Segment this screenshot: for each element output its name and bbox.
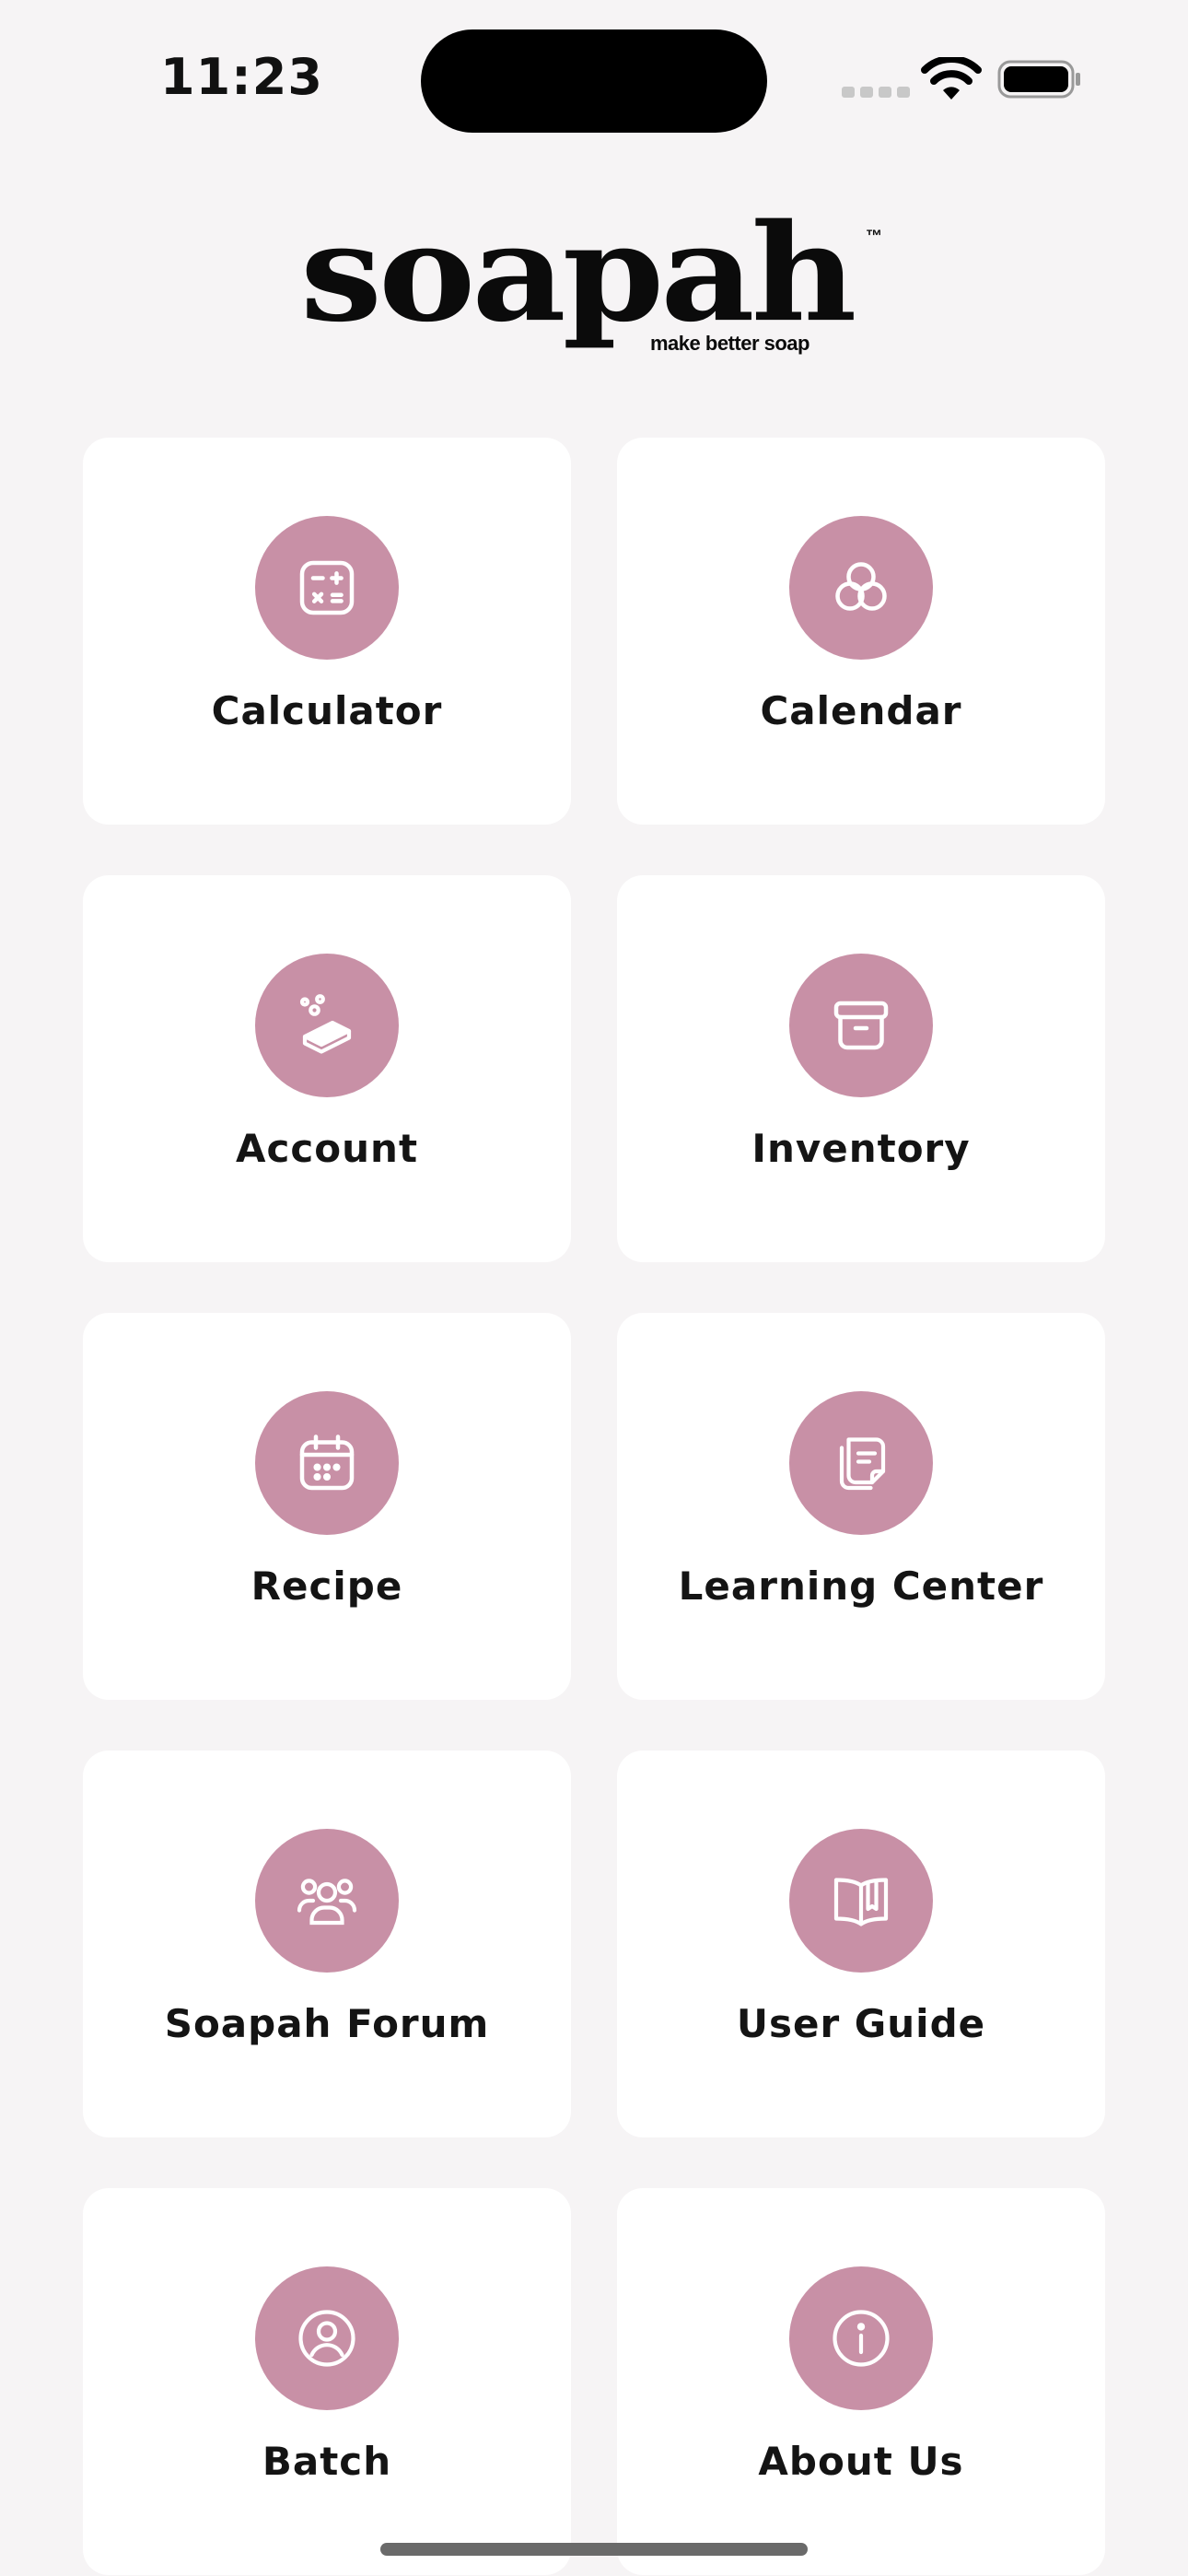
account-card[interactable]: Account: [83, 875, 571, 1262]
cellular-signal-icon: [842, 87, 910, 98]
info-icon: [789, 2266, 933, 2410]
calendar-icon: [255, 1391, 399, 1535]
soapah-logo: soapah ™ make better soap: [300, 193, 890, 369]
logo-tagline: make better soap: [650, 332, 809, 355]
calculator-card[interactable]: Calculator: [83, 438, 571, 825]
recipe-label: Recipe: [250, 1563, 403, 1609]
documents-icon: [789, 1391, 933, 1535]
about-us-card[interactable]: About Us: [617, 2188, 1105, 2575]
soapah-forum-card[interactable]: Soapah Forum: [83, 1751, 571, 2137]
archive-box-icon: [789, 954, 933, 1097]
menu-grid: Calculator Calendar Account Inventory Re…: [83, 438, 1105, 2575]
recipe-card[interactable]: Recipe: [83, 1313, 571, 1700]
logo-trademark: ™: [866, 227, 882, 245]
learning-center-label: Learning Center: [678, 1563, 1044, 1609]
home-indicator[interactable]: [380, 2543, 808, 2556]
user-guide-label: User Guide: [736, 2001, 986, 2046]
calendar-card[interactable]: Calendar: [617, 438, 1105, 825]
learning-center-card[interactable]: Learning Center: [617, 1313, 1105, 1700]
calculator-label: Calculator: [211, 688, 443, 733]
batch-label: Batch: [262, 2439, 392, 2484]
inventory-label: Inventory: [751, 1126, 971, 1171]
account-label: Account: [235, 1126, 419, 1171]
user-circle-icon: [255, 2266, 399, 2410]
inventory-card[interactable]: Inventory: [617, 875, 1105, 1262]
calculator-icon: [255, 516, 399, 660]
status-time: 11:23: [160, 48, 323, 106]
battery-icon: [997, 60, 1080, 99]
status-bar: 11:23: [0, 0, 1188, 157]
soapah-forum-label: Soapah Forum: [164, 2001, 490, 2046]
soap-bar-icon: [255, 954, 399, 1097]
logo-wordmark: soapah: [300, 194, 856, 353]
calendar-label: Calendar: [760, 688, 962, 733]
batch-card[interactable]: Batch: [83, 2188, 571, 2575]
about-us-label: About Us: [758, 2439, 964, 2484]
dynamic-island: [421, 29, 767, 133]
circles-icon: [789, 516, 933, 660]
open-book-icon: [789, 1829, 933, 1973]
users-group-icon: [255, 1829, 399, 1973]
wifi-icon: [921, 57, 982, 100]
user-guide-card[interactable]: User Guide: [617, 1751, 1105, 2137]
